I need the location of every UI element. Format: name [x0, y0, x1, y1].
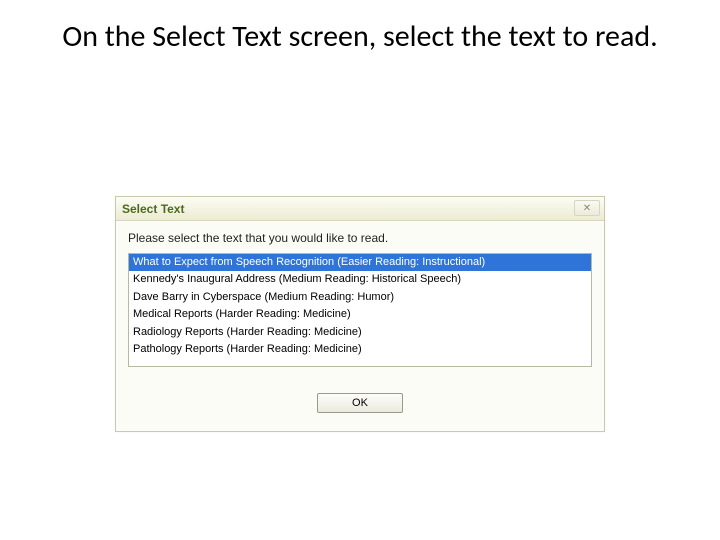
listbox-padding: [129, 358, 591, 366]
dialog-body: Please select the text that you would li…: [116, 221, 604, 431]
dialog-titlebar: Select Text ✕: [116, 197, 604, 221]
list-item[interactable]: What to Expect from Speech Recognition (…: [129, 254, 591, 271]
dialog-title: Select Text: [122, 202, 184, 216]
list-item[interactable]: Kennedy's Inaugural Address (Medium Read…: [129, 271, 591, 288]
close-icon: ✕: [583, 203, 591, 214]
close-button[interactable]: ✕: [574, 200, 600, 216]
list-item[interactable]: Medical Reports (Harder Reading: Medicin…: [129, 306, 591, 323]
list-item[interactable]: Radiology Reports (Harder Reading: Medic…: [129, 324, 591, 341]
select-text-dialog: Select Text ✕ Please select the text tha…: [115, 196, 605, 432]
text-listbox[interactable]: What to Expect from Speech Recognition (…: [128, 253, 592, 367]
dialog-instruction: Please select the text that you would li…: [128, 231, 592, 245]
list-item[interactable]: Pathology Reports (Harder Reading: Medic…: [129, 341, 591, 358]
dialog-button-row: OK: [128, 393, 592, 417]
list-item[interactable]: Dave Barry in Cyberspace (Medium Reading…: [129, 289, 591, 306]
ok-button[interactable]: OK: [317, 393, 403, 413]
slide-title: On the Select Text screen, select the te…: [0, 0, 720, 56]
